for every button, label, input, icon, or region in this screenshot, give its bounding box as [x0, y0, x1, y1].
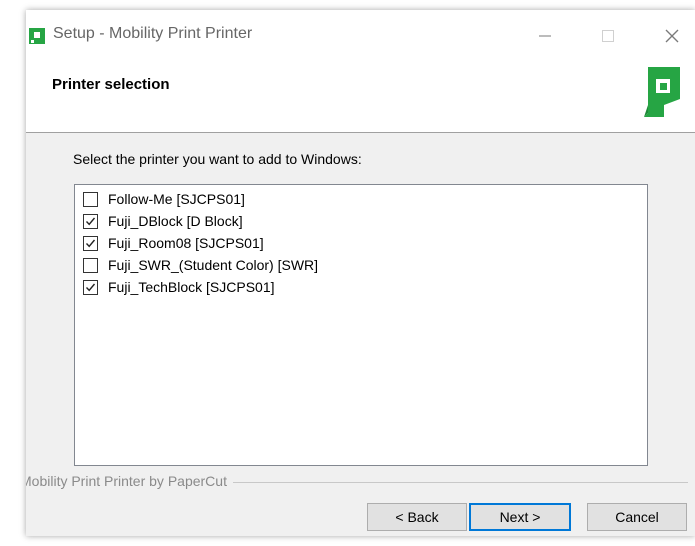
printer-item-fuji-techblock[interactable]: Fuji_TechBlock [SJCPS01]: [83, 277, 275, 297]
close-icon: [665, 29, 679, 43]
papercut-logo-icon: [644, 67, 680, 117]
printer-label: Fuji_SWR_(Student Color) [SWR]: [108, 257, 319, 273]
printer-checkbox[interactable]: [83, 213, 98, 229]
printer-item-follow-me[interactable]: Follow-Me [SJCPS01]: [83, 189, 245, 209]
printer-label: Fuji_DBlock [D Block]: [108, 213, 243, 229]
printer-item-fuji-room08[interactable]: Fuji_Room08 [SJCPS01]: [83, 233, 264, 253]
printer-checklist[interactable]: Follow-Me [SJCPS01] Fuji_DBlock [D Block…: [74, 184, 648, 466]
window-title: Setup - Mobility Print Printer: [53, 25, 253, 42]
close-button[interactable]: [652, 22, 692, 48]
wizard-header: Printer selection: [26, 60, 695, 133]
maximize-icon: [602, 30, 614, 43]
maximize-button[interactable]: [588, 22, 628, 48]
title-bar: Setup - Mobility Print Printer: [26, 10, 695, 60]
printer-label: Fuji_Room08 [SJCPS01]: [108, 235, 264, 251]
setup-window: Setup - Mobility Print Printer Printer s…: [26, 10, 695, 536]
printer-item-fuji-dblock[interactable]: Fuji_DBlock [D Block]: [83, 211, 243, 231]
minimize-icon: [539, 35, 551, 37]
printer-checkbox[interactable]: [83, 191, 98, 207]
checkmark-icon: [85, 283, 96, 291]
cancel-button[interactable]: Cancel: [587, 503, 687, 531]
papercut-icon: [29, 28, 45, 44]
instruction-label: Select the printer you want to add to Wi…: [73, 151, 362, 167]
checkmark-icon: [85, 217, 96, 225]
minimize-button[interactable]: [525, 22, 565, 48]
next-button[interactable]: Next >: [469, 503, 571, 531]
footer-brand-text: Mobility Print Printer by PaperCut: [26, 473, 233, 489]
printer-checkbox[interactable]: [83, 257, 98, 273]
printer-label: Fuji_TechBlock [SJCPS01]: [108, 279, 275, 295]
page-title: Printer selection: [52, 76, 170, 93]
back-button[interactable]: < Back: [367, 503, 467, 531]
printer-checkbox[interactable]: [83, 279, 98, 295]
printer-checkbox[interactable]: [83, 235, 98, 251]
printer-label: Follow-Me [SJCPS01]: [108, 191, 245, 207]
checkmark-icon: [85, 239, 96, 247]
printer-item-fuji-swr[interactable]: Fuji_SWR_(Student Color) [SWR]: [83, 255, 318, 275]
